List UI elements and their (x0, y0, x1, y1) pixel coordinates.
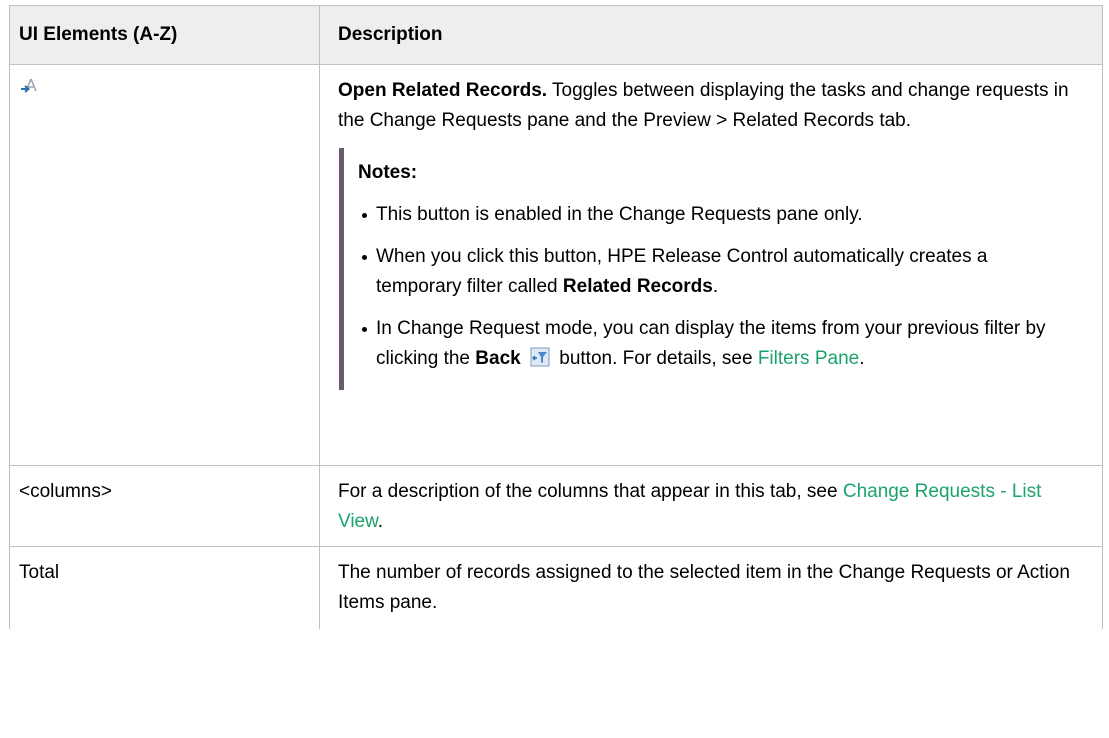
notes-title: Notes: (358, 162, 418, 183)
note-text: This button is enabled in the Change Req… (376, 204, 863, 225)
notes-box: Notes: This button is enabled in the Cha… (339, 148, 1078, 390)
list-item: When you click this button, HPE Release … (358, 242, 1078, 302)
header-ui-elements: UI Elements (A-Z) (9, 5, 320, 65)
table-header-row: UI Elements (A-Z) Description (9, 5, 1103, 65)
note-text-end: . (859, 348, 865, 369)
ui-element-label: <columns> (19, 481, 112, 502)
table-row: <columns> For a description of the colum… (9, 465, 1103, 547)
notes-list: This button is enabled in the Change Req… (358, 200, 1078, 374)
note-text-mid: button. For details, see (553, 348, 758, 369)
list-item: This button is enabled in the Change Req… (358, 200, 1078, 230)
table-row: Open Related Records. Toggles between di… (9, 64, 1103, 466)
description-title: Open Related Records. (338, 80, 548, 101)
description-cell: For a description of the columns that ap… (319, 465, 1103, 547)
description-text: The number of records assigned to the se… (338, 562, 1070, 613)
filters-pane-link[interactable]: Filters Pane (758, 348, 859, 369)
open-related-records-icon (19, 75, 39, 93)
header-description: Description (319, 5, 1103, 65)
note-bold: Back (475, 348, 521, 369)
ui-element-label: Total (19, 562, 60, 583)
ui-element-cell: <columns> (9, 465, 320, 547)
list-item: In Change Request mode, you can display … (358, 314, 1078, 374)
ui-elements-table: UI Elements (A-Z) Description Open Relat… (9, 5, 1103, 629)
description-cell: The number of records assigned to the se… (319, 546, 1103, 629)
table-row: Total The number of records assigned to … (9, 546, 1103, 629)
description-body: For a description of the columns that ap… (338, 481, 843, 502)
description-end: . (377, 511, 384, 532)
ui-element-cell (9, 64, 320, 466)
ui-element-cell: Total (9, 546, 320, 629)
description-text: For a description of the columns that ap… (338, 477, 1090, 537)
description-cell: Open Related Records. Toggles between di… (319, 64, 1103, 466)
back-filter-icon (530, 347, 550, 367)
description-text: Open Related Records. Toggles between di… (338, 76, 1090, 136)
note-text-end: . (712, 276, 719, 297)
note-bold: Related Records (562, 276, 713, 297)
